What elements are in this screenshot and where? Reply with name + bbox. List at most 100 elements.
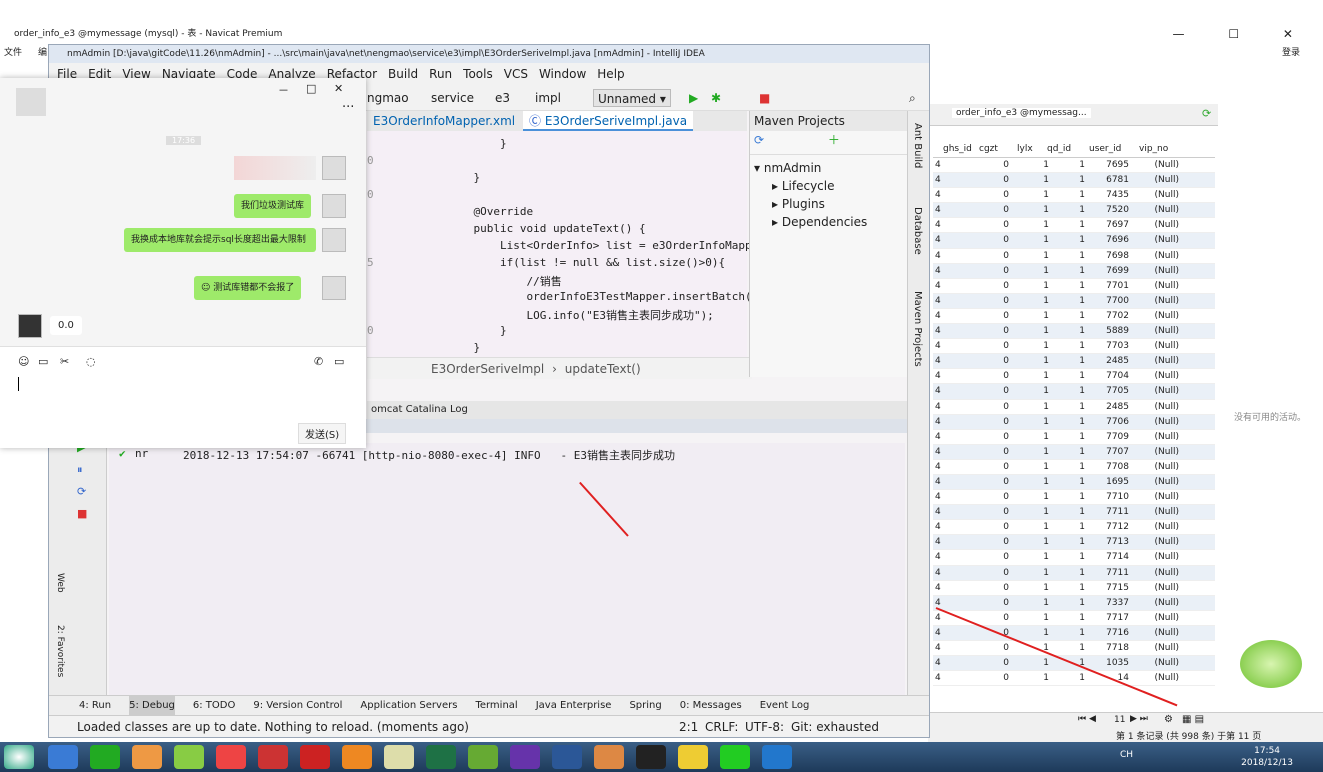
table-cell[interactable]: (Null) [1131, 445, 1181, 459]
table-cell[interactable]: 1 [1051, 430, 1087, 444]
table-cell[interactable]: 1 [1011, 566, 1051, 580]
table-cell[interactable]: 1 [1011, 656, 1051, 670]
table-cell[interactable]: (Null) [1131, 475, 1181, 489]
tool-tab-event-log[interactable]: Event Log [760, 696, 810, 715]
table-cell[interactable]: 0 [977, 173, 1011, 187]
code-editor[interactable]: } 0 } 0 @Override public void updateText()… [367, 131, 818, 363]
table-cell[interactable]: 1 [1051, 188, 1087, 202]
table-cell[interactable]: (Null) [1131, 339, 1181, 353]
table-cell[interactable]: 7709 [1087, 430, 1131, 444]
table-cell[interactable]: 1695 [1087, 475, 1131, 489]
col-header[interactable]: qd_id [1047, 144, 1089, 157]
git-branch[interactable]: Git: exhausted [791, 716, 879, 738]
folder-icon[interactable]: ▭ [38, 355, 48, 368]
table-cell[interactable]: 0 [977, 339, 1011, 353]
pause-icon[interactable]: ⏸ [77, 463, 83, 477]
table-cell[interactable]: 0 [977, 218, 1011, 232]
table-cell[interactable]: 1 [1011, 671, 1051, 685]
maven-item-lifecycle[interactable]: ▸ Lifecycle [754, 177, 907, 195]
maven-item-plugins[interactable]: ▸ Plugins [754, 195, 907, 213]
tab-serive-impl[interactable]: Ⓒ E3OrderSeriveImpl.java [523, 111, 694, 131]
tab-order-info[interactable]: order_info_e3 @mymessag... [952, 108, 1091, 118]
tool-tab-todo[interactable]: 6: TODO [193, 696, 235, 715]
tool-tab-java-ee[interactable]: Java Enterprise [536, 696, 612, 715]
table-cell[interactable]: 4 [933, 505, 977, 519]
table-cell[interactable]: (Null) [1131, 188, 1181, 202]
table-cell[interactable]: 4 [933, 249, 977, 263]
search-icon[interactable]: ⌕ [909, 85, 916, 111]
table-row[interactable]: 4 0 1 1 7698 (Null) [933, 249, 1215, 264]
table-row[interactable]: 4 0 1 1 7701 (Null) [933, 279, 1215, 294]
tool-tab-app-servers[interactable]: Application Servers [360, 696, 457, 715]
table-cell[interactable]: 4 [933, 173, 977, 187]
menu-file[interactable]: 文件 [4, 45, 22, 58]
table-row[interactable]: 4 0 1 1 7711 (Null) [933, 565, 1215, 581]
table-cell[interactable]: 4 [933, 203, 977, 217]
table-cell[interactable]: 0 [977, 400, 1011, 414]
table-cell[interactable]: (Null) [1131, 656, 1181, 670]
table-cell[interactable]: (Null) [1131, 158, 1181, 172]
maven-projects-tab[interactable]: Maven Projects [912, 291, 923, 367]
crumb-method[interactable]: updateText() [565, 362, 641, 376]
table-cell[interactable]: (Null) [1131, 505, 1181, 519]
message-bubble[interactable]: 我换成本地库就会提示sql长度超出最大限制 [124, 228, 316, 252]
table-cell[interactable]: 1 [1011, 264, 1051, 278]
emoji-icon[interactable]: ☺ [18, 355, 29, 368]
table-cell[interactable]: 7715 [1087, 581, 1131, 595]
excel-icon[interactable] [426, 745, 456, 769]
grid-view-icon[interactable]: ▦ ▤ [1182, 714, 1204, 725]
table-row[interactable]: 4 0 1 1 7435 (Null) [933, 188, 1215, 204]
table-cell[interactable]: 1 [1051, 626, 1087, 640]
table-cell[interactable]: 0 [977, 581, 1011, 595]
table-cell[interactable]: 1 [1051, 249, 1087, 263]
run-tab-catalina[interactable]: omcat Catalina Log [367, 404, 468, 415]
table-cell[interactable]: 1 [1011, 581, 1051, 595]
nav-crumb[interactable]: service [431, 85, 474, 111]
table-cell[interactable]: 1 [1051, 279, 1087, 293]
table-cell[interactable]: 0 [977, 671, 1011, 685]
table-row[interactable]: 4 0 1 1 7707 (Null) [933, 444, 1215, 460]
table-cell[interactable]: 7711 [1087, 505, 1131, 519]
table-cell[interactable]: 1 [1051, 535, 1087, 549]
table-cell[interactable]: 4 [933, 550, 977, 564]
table-cell[interactable]: 0 [977, 430, 1011, 444]
maven-item-root[interactable]: ▾ nmAdmin [754, 159, 907, 177]
incoming-message[interactable]: 0.0 [50, 316, 82, 335]
table-cell[interactable]: (Null) [1131, 369, 1181, 383]
app-icon[interactable] [174, 745, 204, 769]
table-cell[interactable]: 1 [1051, 550, 1087, 564]
col-header[interactable]: cgzt [979, 144, 1017, 157]
table-cell[interactable]: 0 [977, 233, 1011, 247]
table-cell[interactable]: 4 [933, 384, 977, 398]
table-row[interactable]: 4 0 1 1 7718 (Null) [933, 641, 1215, 657]
table-cell[interactable]: 4 [933, 671, 977, 685]
menu-item[interactable]: Run [429, 63, 452, 85]
table-cell[interactable]: 4 [933, 460, 977, 474]
table-cell[interactable]: 2485 [1087, 354, 1131, 368]
table-row[interactable]: 4 0 1 1 7705 (Null) [933, 384, 1215, 400]
table-cell[interactable]: 1 [1011, 173, 1051, 187]
table-cell[interactable]: (Null) [1131, 400, 1181, 414]
refresh-icon[interactable]: ⟳ [1202, 107, 1211, 120]
file-encoding[interactable]: UTF-8: [745, 716, 784, 738]
col-header[interactable]: lylx [1017, 144, 1047, 157]
table-cell[interactable]: (Null) [1131, 173, 1181, 187]
table-cell[interactable]: 1 [1051, 415, 1087, 429]
table-cell[interactable]: 7717 [1087, 611, 1131, 625]
web-tab[interactable]: Web [55, 573, 65, 593]
table-cell[interactable]: 1 [1011, 415, 1051, 429]
console-output[interactable]: ✔ nr 2018-12-13 17:54:07 -66741 [http-ni… [109, 443, 905, 695]
table-row[interactable]: 4 0 1 1 7716 (Null) [933, 625, 1215, 641]
line-separator[interactable]: CRLF: [705, 716, 738, 738]
phone-icon[interactable]: ✆ [314, 355, 323, 368]
table-cell[interactable]: (Null) [1131, 490, 1181, 504]
table-row[interactable]: 4 0 1 1 7703 (Null) [933, 339, 1215, 355]
table-cell[interactable]: 1 [1051, 505, 1087, 519]
table-cell[interactable]: 0 [977, 324, 1011, 338]
table-cell[interactable]: 4 [933, 641, 977, 655]
table-row[interactable]: 4 0 1 1 7709 (Null) [933, 430, 1215, 445]
table-cell[interactable]: 0 [977, 158, 1011, 172]
table-cell[interactable]: 4 [933, 430, 977, 444]
image-message[interactable] [234, 156, 316, 180]
table-cell[interactable]: (Null) [1131, 641, 1181, 655]
